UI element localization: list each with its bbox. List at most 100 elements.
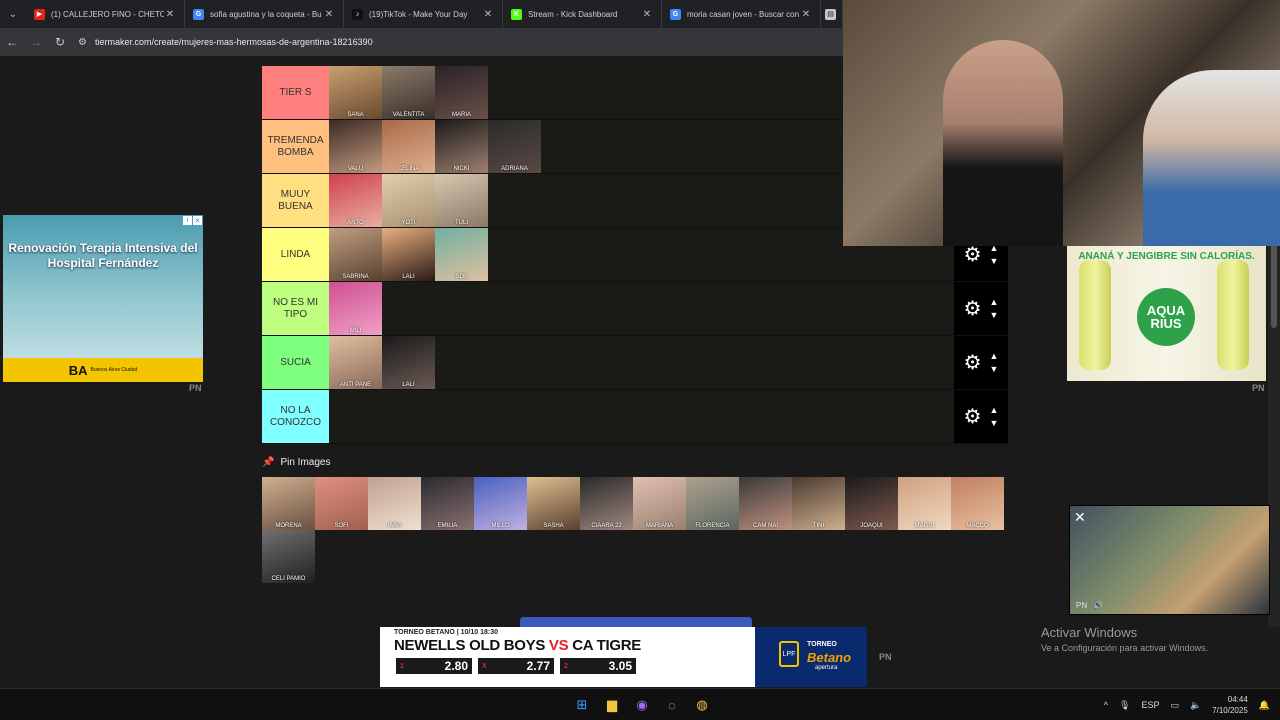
ad-choices[interactable]: i ✕	[183, 216, 202, 225]
tier-image[interactable]: TULI	[435, 174, 488, 227]
chevron-up-icon[interactable]: ▲	[990, 404, 999, 417]
tier-image[interactable]: SOFI	[315, 477, 368, 530]
tier-image[interactable]: VALENTITA	[382, 66, 435, 119]
tier-image[interactable]: CIAARA 22	[580, 477, 633, 530]
chevron-up-icon[interactable]: ▲	[990, 296, 999, 309]
tier-image[interactable]: IARA	[368, 477, 421, 530]
language-indicator[interactable]: ESP	[1141, 700, 1159, 710]
odd-button[interactable]: X 2.77	[478, 658, 554, 674]
tier-image[interactable]: LALI	[382, 336, 435, 389]
tab-2[interactable]: ♪ (19)TikTok - Make Your Day ✕	[344, 0, 503, 28]
odd-button[interactable]: 2 3.05	[560, 658, 636, 674]
tier-image[interactable]: CELI PAMIO	[262, 530, 315, 583]
volume-tray-icon[interactable]: 🔈	[1190, 700, 1201, 711]
chevron-down-icon[interactable]: ▼	[990, 417, 999, 430]
activate-title: Activar Windows	[1041, 625, 1138, 640]
tab-0[interactable]: ▶ (1) CALLEJERO FINO - CHETO ✕	[26, 0, 185, 28]
tier-label[interactable]: MUUY BUENA	[262, 174, 329, 227]
move-arrows: ▲ ▼	[990, 350, 999, 376]
tab-3[interactable]: K Stream - Kick Dashboard ✕	[503, 0, 662, 28]
odd-key: X	[482, 662, 487, 670]
tier-image[interactable]: VALU	[329, 120, 382, 173]
tier-image[interactable]: YOTI	[382, 174, 435, 227]
video-ad-close-icon[interactable]: ✕	[1074, 509, 1086, 526]
tier-image[interactable]: SANA	[329, 66, 382, 119]
tier-items: MILI	[329, 282, 382, 335]
tier-label[interactable]: LINDA	[262, 228, 329, 281]
tab-1[interactable]: Gsofia agustina y la coqueta - Bu ✕	[185, 0, 344, 28]
reload-icon[interactable]: ↻	[48, 35, 72, 49]
tier-image[interactable]: EMILIA	[421, 477, 474, 530]
tier-image[interactable]: TINI	[792, 477, 845, 530]
tier-image[interactable]: CAM NAI	[739, 477, 792, 530]
site-info-icon[interactable]: ⚙	[78, 37, 87, 48]
file-explorer-icon[interactable]: ▆	[602, 695, 622, 715]
odd-button[interactable]: 1 2.80	[396, 658, 472, 674]
volume-icon[interactable]: 🔊	[1093, 601, 1103, 610]
tier-image[interactable]: SASHA	[527, 477, 580, 530]
tier-image[interactable]: LALI	[382, 228, 435, 281]
gear-icon[interactable]: ⚙	[964, 296, 982, 321]
chrome-icon[interactable]: ◍	[692, 695, 712, 715]
tab-close-icon[interactable]: ✕	[323, 9, 335, 20]
app-icon[interactable]: ◌	[662, 695, 682, 715]
tier-label[interactable]: SUCIA	[262, 336, 329, 389]
tab-close-icon[interactable]: ✕	[482, 9, 494, 20]
microphone-icon[interactable]: 🎙	[1119, 700, 1130, 711]
tier-image[interactable]: MILLO	[474, 477, 527, 530]
tier-image[interactable]: MAGUI	[898, 477, 951, 530]
tier-image[interactable]: MARIA	[435, 66, 488, 119]
clock[interactable]: 04:44 7/10/2025	[1212, 694, 1248, 716]
gear-icon[interactable]: ⚙	[964, 404, 982, 429]
notifications-icon[interactable]: 🔔	[1259, 700, 1270, 711]
tier-label[interactable]: NO LA CONOZCO	[262, 390, 329, 443]
tier-image[interactable]: MILI	[329, 282, 382, 335]
chevron-up-icon[interactable]: ▲	[990, 350, 999, 363]
tab-close-icon[interactable]: ✕	[800, 9, 812, 20]
network-icon[interactable]: ▭	[1170, 700, 1179, 711]
ad-close-icon[interactable]: ✕	[193, 216, 202, 225]
tier-image[interactable]: ADRIANA	[488, 120, 541, 173]
tier-image[interactable]: NICKI	[435, 120, 488, 173]
tier-label[interactable]: TREMENDA BOMBA	[262, 120, 329, 173]
tier-image[interactable]: CELINA	[382, 120, 435, 173]
ad-betano[interactable]: TORNEO BETANO | 10/10 18:30 NEWELLS OLD …	[380, 627, 867, 687]
url-text: tiermaker.com/create/mujeres-mas-hermosa…	[94, 37, 373, 47]
gear-icon[interactable]: ⚙	[964, 350, 982, 375]
windows-start-icon[interactable]: ⊞	[572, 695, 592, 715]
tab-tiermaker[interactable]: ▤	[821, 0, 843, 28]
tier-image[interactable]: JOAQUI	[845, 477, 898, 530]
tier-row: SUCIA ANTI PANE LALI ⚙ ▲ ▼	[262, 336, 1008, 390]
tier-image[interactable]: MORENA	[262, 477, 315, 530]
tier-label[interactable]: NO ES MI TIPO	[262, 282, 329, 335]
tab-favicon-icon: G	[670, 8, 681, 20]
apertura-label: apertura	[815, 665, 838, 671]
ad-aquarius[interactable]: ANANÁ Y JENGIBRE SIN CALORÍAS. AQUA RIUS	[1067, 246, 1266, 381]
tab-title: sofia agustina y la coqueta - Bu	[210, 9, 322, 19]
obs-icon[interactable]: ◉	[632, 695, 652, 715]
chevron-down-icon[interactable]: ▼	[990, 255, 999, 268]
tab-close-icon[interactable]: ✕	[164, 9, 176, 20]
chevron-down-icon[interactable]: ▼	[990, 309, 999, 322]
tab-search-icon[interactable]: ⌄	[0, 0, 26, 28]
tier-image[interactable]: MARIANA	[633, 477, 686, 530]
tier-image[interactable]: SABRINA	[329, 228, 382, 281]
tier-label[interactable]: TIER S	[262, 66, 329, 119]
tab-close-icon[interactable]: ✕	[641, 9, 653, 20]
image-caption: CELI PAMIO	[271, 576, 306, 582]
video-ad[interactable]: ✕ PN 🔊	[1069, 505, 1270, 615]
back-icon[interactable]: ←	[0, 35, 24, 49]
tray-expand-icon[interactable]: ^	[1104, 700, 1108, 710]
tab-4[interactable]: Gmoria casan joven - Buscar con ✕	[662, 0, 821, 28]
chevron-down-icon[interactable]: ▼	[990, 363, 999, 376]
ad-aquarius-headline: ANANÁ Y JENGIBRE SIN CALORÍAS.	[1078, 251, 1255, 262]
url-field[interactable]: ⚙ tiermaker.com/create/mujeres-mas-hermo…	[78, 31, 373, 53]
forward-icon[interactable]: →	[24, 35, 48, 49]
tier-image[interactable]: MACCO	[951, 477, 1004, 530]
ad-info-icon[interactable]: i	[183, 216, 192, 225]
ad-hospital[interactable]: i ✕ Renovación Terapia Intensiva del Hosp…	[3, 215, 203, 382]
tier-image[interactable]: ANTO	[329, 174, 382, 227]
tier-image[interactable]: ANTI PANE	[329, 336, 382, 389]
tier-image[interactable]: SOL	[435, 228, 488, 281]
tier-image[interactable]: FLORENCIA	[686, 477, 739, 530]
